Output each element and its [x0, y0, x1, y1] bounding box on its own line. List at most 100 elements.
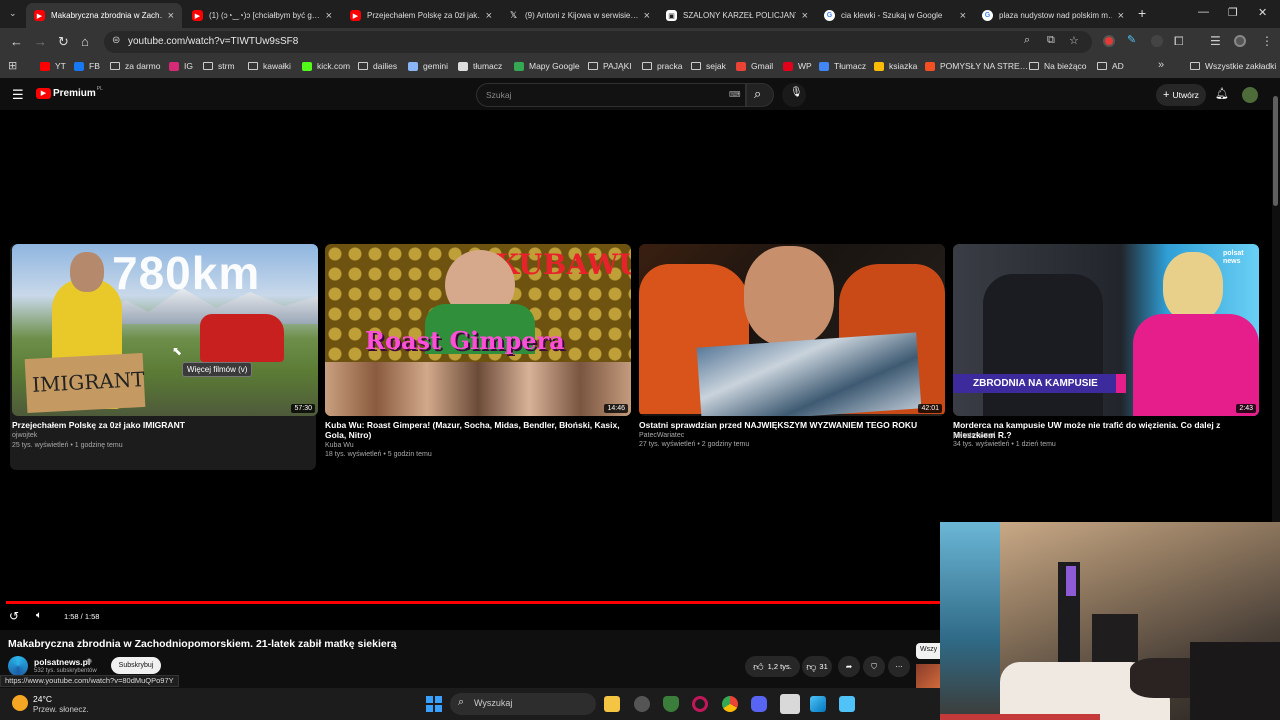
bookmark-item[interactable]: Gmail [736, 61, 773, 71]
chrome-icon[interactable] [722, 696, 738, 712]
side-thumbnail[interactable] [916, 664, 940, 688]
taskbar-search[interactable]: ⌕ Wyszukaj [450, 693, 596, 715]
voice-search-button[interactable]: 🎙 [782, 83, 806, 107]
address-bar[interactable]: ⊜ youtube.com/watch?v=TIWTUw9sSF8 ⌕ ⧉ ☆ [104, 31, 1092, 53]
channel-name[interactable]: PatecWariatec [639, 432, 684, 439]
scrollbar-thumb[interactable] [1273, 96, 1278, 206]
brave-browser-icon[interactable] [663, 696, 679, 712]
tab-youtube-chcialbym[interactable]: ▶ (1) (ɔ◔‿◔)ɔ [chciałbym być g… × [184, 3, 340, 28]
notepad-icon[interactable] [839, 696, 855, 712]
tab-search-chevron-icon[interactable]: ⌄ [9, 8, 17, 19]
video-title[interactable]: Morderca na kampusie UW może nie trafić … [953, 420, 1253, 440]
close-icon[interactable]: × [486, 10, 492, 22]
close-window-icon[interactable]: ✕ [1258, 6, 1267, 19]
all-bookmarks-button[interactable]: Wszystkie zakładki [1190, 61, 1276, 71]
bookmark-star-icon[interactable]: ☆ [1069, 34, 1079, 47]
obs-app-icon[interactable] [780, 694, 800, 714]
bookmark-item[interactable]: ksiazka [874, 61, 917, 71]
filter-chip-all[interactable]: Wszy [916, 643, 940, 659]
install-app-icon[interactable]: ⧉ [1047, 34, 1055, 47]
channel-name[interactable]: Kuba Wu [325, 442, 354, 449]
more-bookmarks-button[interactable]: » [1158, 59, 1164, 71]
temperature[interactable]: 24°C [33, 694, 52, 704]
bookmark-item[interactable]: Mapy Google [514, 61, 580, 71]
tab-youtube-przejechalem[interactable]: ▶ Przejechałem Polskę za 0zł jak… × [342, 3, 500, 28]
close-icon[interactable]: × [802, 10, 808, 22]
media-controls-icon[interactable]: ☰ [1210, 34, 1221, 48]
bookmark-item[interactable]: za darmo [110, 61, 160, 71]
bookmark-item[interactable]: Tłumacz [819, 61, 866, 71]
profile-avatar[interactable] [1234, 35, 1246, 47]
video-thumbnail[interactable]: polsat news ZBRODNIA NA KAMPUSIE 2:43 [953, 244, 1259, 416]
bookmark-item[interactable]: YT [40, 61, 66, 71]
save-button[interactable]: ⛉ [863, 656, 885, 677]
video-title[interactable]: Kuba Wu: Roast Gimpera! (Mazur, Socha, M… [325, 420, 625, 440]
extension-icon[interactable]: ✎ [1127, 33, 1139, 46]
tab-x-antoni[interactable]: 𝕏 (9) Antoni z Kijowa w serwisie… × [500, 3, 658, 28]
channel-name[interactable]: polsatnews.pl [34, 657, 90, 667]
like-button[interactable]: 👍︎ 1,2 tys. [745, 656, 800, 677]
file-explorer-icon[interactable] [604, 696, 620, 712]
bookmark-item[interactable]: pracka [642, 61, 683, 71]
close-icon[interactable]: × [1118, 10, 1124, 22]
bookmark-item[interactable]: PAJĄKI [588, 61, 632, 71]
bookmark-item[interactable]: kick.com [302, 61, 350, 71]
bookmark-item[interactable]: gemini [408, 61, 448, 71]
bookmark-item[interactable]: POMYSŁY NA STRE… [925, 61, 1028, 71]
bookmark-item[interactable]: WP [783, 61, 812, 71]
extension-icon[interactable] [1151, 35, 1163, 47]
bookmark-item[interactable]: AD [1097, 61, 1124, 71]
tab-szalony-karzel[interactable]: ▣ SZALONY KARZEŁ POLICJANT… × [658, 3, 816, 28]
home-icon[interactable]: ⌂ [81, 34, 89, 49]
close-icon[interactable]: × [644, 10, 650, 22]
progress-bar[interactable] [6, 601, 940, 604]
weather-text[interactable]: Przew. słonecz. [33, 705, 89, 714]
tab-youtube-makabryczna[interactable]: ▶ Makabryczna zbrodnia w Zach… × [26, 3, 182, 28]
minimize-icon[interactable]: — [1198, 6, 1209, 18]
zoom-icon[interactable]: ⌕ [1024, 34, 1030, 47]
bookmark-item[interactable]: kawałki [248, 61, 291, 71]
avatar[interactable] [1242, 87, 1258, 103]
more-actions-button[interactable]: ⋯ [888, 656, 910, 677]
video-thumbnail[interactable]: 780km IMIGRANT 57:30 [12, 244, 318, 416]
subscribe-button[interactable]: Subskrybuj [111, 657, 161, 674]
settings-app-icon[interactable] [634, 696, 650, 712]
site-info-icon[interactable]: ⊜ [112, 35, 120, 46]
create-button[interactable]: + Utwórz [1156, 84, 1206, 106]
share-button[interactable]: ➦ [838, 656, 860, 677]
volume-icon[interactable]: 🔈︎ [36, 610, 42, 621]
search-button[interactable]: ⌕ [746, 83, 774, 107]
apps-grid-icon[interactable]: ⊞ [8, 59, 17, 72]
opera-icon[interactable] [692, 696, 708, 712]
bookmark-item[interactable]: sejak [691, 61, 726, 71]
hamburger-menu-icon[interactable]: ☰ [12, 87, 24, 103]
restore-icon[interactable]: ❐ [1228, 6, 1238, 19]
new-tab-button[interactable]: + [1138, 5, 1146, 21]
bookmark-item[interactable]: FB [74, 61, 100, 71]
video-thumbnail[interactable]: KUBAWU Roast Gimpera 14:46 [325, 244, 631, 416]
close-icon[interactable]: × [168, 10, 174, 22]
tab-google-cia-klewki[interactable]: G cia klewki - Szukaj w Google × [816, 3, 974, 28]
notifications-bell-icon[interactable]: 🔔︎ [1215, 87, 1229, 100]
tab-google-plaza[interactable]: G plaza nudystow nad polskim m… × [974, 3, 1132, 28]
bookmark-item[interactable]: Na bieżąco [1029, 61, 1087, 71]
browser-menu-icon[interactable]: ⋮ [1261, 34, 1273, 48]
youtube-premium-logo[interactable]: ▶ Premium PL [36, 86, 103, 99]
video-title[interactable]: Przejechałem Polskę za 0zł jako IMIGRANT [12, 420, 312, 430]
endscreen-video-card[interactable]: 780km IMIGRANT 57:30 ⬉ Więcej filmów (v)… [10, 244, 318, 470]
bookmark-item[interactable]: dailies [358, 61, 397, 71]
video-thumbnail[interactable]: 42:01 [639, 244, 945, 416]
dislike-button[interactable]: 👎︎ 31 [802, 656, 832, 677]
channel-name[interactable]: polsatnews.pl [953, 432, 995, 439]
video-title[interactable]: Ostatni sprawdzian przed NAJWIĘKSZYM WYZ… [639, 420, 939, 430]
windows-start-icon[interactable] [426, 696, 442, 712]
channel-name[interactable]: ojwojtek [12, 432, 37, 439]
reload-icon[interactable]: ↻ [58, 34, 69, 50]
bookmark-item[interactable]: strm [203, 61, 235, 71]
channel-avatar[interactable] [8, 656, 28, 676]
discord-icon[interactable] [751, 696, 767, 712]
record-extension-icon[interactable] [1103, 35, 1115, 47]
photos-app-icon[interactable] [810, 696, 826, 712]
forward-arrow-icon[interactable]: → [34, 34, 47, 49]
search-input[interactable]: Szukaj ⌨ [476, 83, 746, 107]
